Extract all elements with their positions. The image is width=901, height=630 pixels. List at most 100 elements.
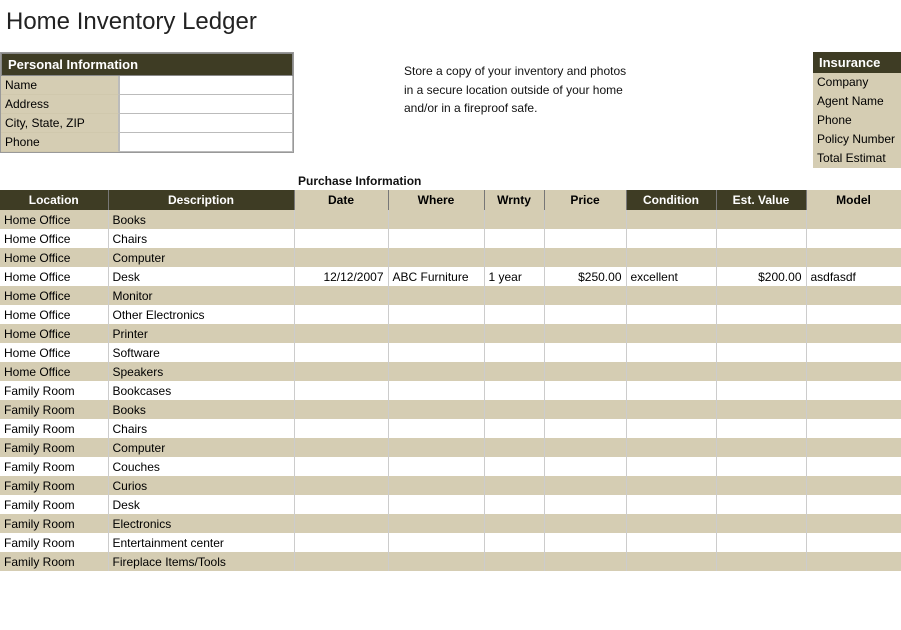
cell-where[interactable]	[388, 438, 484, 457]
cell-where[interactable]	[388, 457, 484, 476]
cell-condition[interactable]	[626, 229, 716, 248]
cell-condition[interactable]	[626, 210, 716, 229]
cell-where[interactable]	[388, 552, 484, 571]
cell-price[interactable]	[544, 286, 626, 305]
cell-wrnty[interactable]	[484, 286, 544, 305]
cell-estvalue[interactable]	[716, 324, 806, 343]
cell-estvalue[interactable]	[716, 248, 806, 267]
cell-condition[interactable]	[626, 362, 716, 381]
cell-description[interactable]: Couches	[108, 457, 294, 476]
cell-location[interactable]: Family Room	[0, 438, 108, 457]
cell-date[interactable]: 12/12/2007	[294, 267, 388, 286]
cell-model[interactable]	[806, 533, 901, 552]
cell-date[interactable]	[294, 552, 388, 571]
cell-wrnty[interactable]	[484, 248, 544, 267]
col-header-model[interactable]: Model	[806, 190, 901, 210]
cell-condition[interactable]	[626, 248, 716, 267]
cell-price[interactable]	[544, 438, 626, 457]
cell-description[interactable]: Chairs	[108, 229, 294, 248]
cell-date[interactable]	[294, 381, 388, 400]
cell-price[interactable]	[544, 248, 626, 267]
cell-wrnty[interactable]: 1 year	[484, 267, 544, 286]
cell-where[interactable]	[388, 495, 484, 514]
cell-where[interactable]	[388, 343, 484, 362]
cell-location[interactable]: Home Office	[0, 286, 108, 305]
cell-location[interactable]: Family Room	[0, 552, 108, 571]
cell-date[interactable]	[294, 248, 388, 267]
cell-where[interactable]	[388, 324, 484, 343]
col-header-date[interactable]: Date	[294, 190, 388, 210]
cell-wrnty[interactable]	[484, 362, 544, 381]
cell-date[interactable]	[294, 419, 388, 438]
cell-condition[interactable]	[626, 438, 716, 457]
cell-description[interactable]: Computer	[108, 438, 294, 457]
cell-price[interactable]	[544, 552, 626, 571]
cell-where[interactable]	[388, 305, 484, 324]
cell-wrnty[interactable]	[484, 533, 544, 552]
cell-where[interactable]	[388, 229, 484, 248]
cell-model[interactable]	[806, 476, 901, 495]
col-header-wrnty[interactable]: Wrnty	[484, 190, 544, 210]
cell-model[interactable]	[806, 438, 901, 457]
cell-estvalue[interactable]	[716, 533, 806, 552]
cell-description[interactable]: Software	[108, 343, 294, 362]
cell-where[interactable]	[388, 362, 484, 381]
cell-condition[interactable]	[626, 552, 716, 571]
cell-where[interactable]	[388, 514, 484, 533]
cell-where[interactable]	[388, 248, 484, 267]
cell-model[interactable]	[806, 343, 901, 362]
cell-price[interactable]	[544, 305, 626, 324]
cell-description[interactable]: Speakers	[108, 362, 294, 381]
cell-wrnty[interactable]	[484, 343, 544, 362]
cell-wrnty[interactable]	[484, 476, 544, 495]
cell-where[interactable]	[388, 419, 484, 438]
cell-model[interactable]	[806, 362, 901, 381]
cell-price[interactable]	[544, 324, 626, 343]
cell-estvalue[interactable]	[716, 343, 806, 362]
cell-condition[interactable]	[626, 533, 716, 552]
cell-date[interactable]	[294, 495, 388, 514]
cell-estvalue[interactable]	[716, 229, 806, 248]
col-header-where[interactable]: Where	[388, 190, 484, 210]
cell-model[interactable]	[806, 305, 901, 324]
cell-wrnty[interactable]	[484, 210, 544, 229]
cell-wrnty[interactable]	[484, 457, 544, 476]
cell-wrnty[interactable]	[484, 552, 544, 571]
cell-location[interactable]: Home Office	[0, 343, 108, 362]
cell-wrnty[interactable]	[484, 438, 544, 457]
cell-location[interactable]: Family Room	[0, 514, 108, 533]
cell-condition[interactable]	[626, 400, 716, 419]
cell-estvalue[interactable]	[716, 210, 806, 229]
cell-model[interactable]	[806, 400, 901, 419]
cell-location[interactable]: Family Room	[0, 476, 108, 495]
cell-model[interactable]	[806, 419, 901, 438]
cell-model[interactable]	[806, 514, 901, 533]
cell-where[interactable]	[388, 286, 484, 305]
cell-date[interactable]	[294, 324, 388, 343]
cell-where[interactable]: ABC Furniture	[388, 267, 484, 286]
cell-date[interactable]	[294, 305, 388, 324]
cell-date[interactable]	[294, 476, 388, 495]
cell-estvalue[interactable]	[716, 419, 806, 438]
cell-price[interactable]	[544, 533, 626, 552]
cell-model[interactable]	[806, 495, 901, 514]
cell-condition[interactable]	[626, 495, 716, 514]
cell-location[interactable]: Home Office	[0, 229, 108, 248]
cell-model[interactable]	[806, 381, 901, 400]
cell-description[interactable]: Books	[108, 210, 294, 229]
cell-location[interactable]: Family Room	[0, 400, 108, 419]
cell-where[interactable]	[388, 381, 484, 400]
cell-condition[interactable]	[626, 286, 716, 305]
cell-price[interactable]	[544, 495, 626, 514]
cell-location[interactable]: Home Office	[0, 362, 108, 381]
cell-description[interactable]: Bookcases	[108, 381, 294, 400]
cell-model[interactable]	[806, 229, 901, 248]
personal-field-address[interactable]	[119, 95, 293, 114]
col-header-location[interactable]: Location	[0, 190, 108, 210]
cell-condition[interactable]	[626, 514, 716, 533]
cell-estvalue[interactable]	[716, 286, 806, 305]
cell-location[interactable]: Family Room	[0, 495, 108, 514]
cell-description[interactable]: Books	[108, 400, 294, 419]
cell-wrnty[interactable]	[484, 381, 544, 400]
cell-description[interactable]: Chairs	[108, 419, 294, 438]
